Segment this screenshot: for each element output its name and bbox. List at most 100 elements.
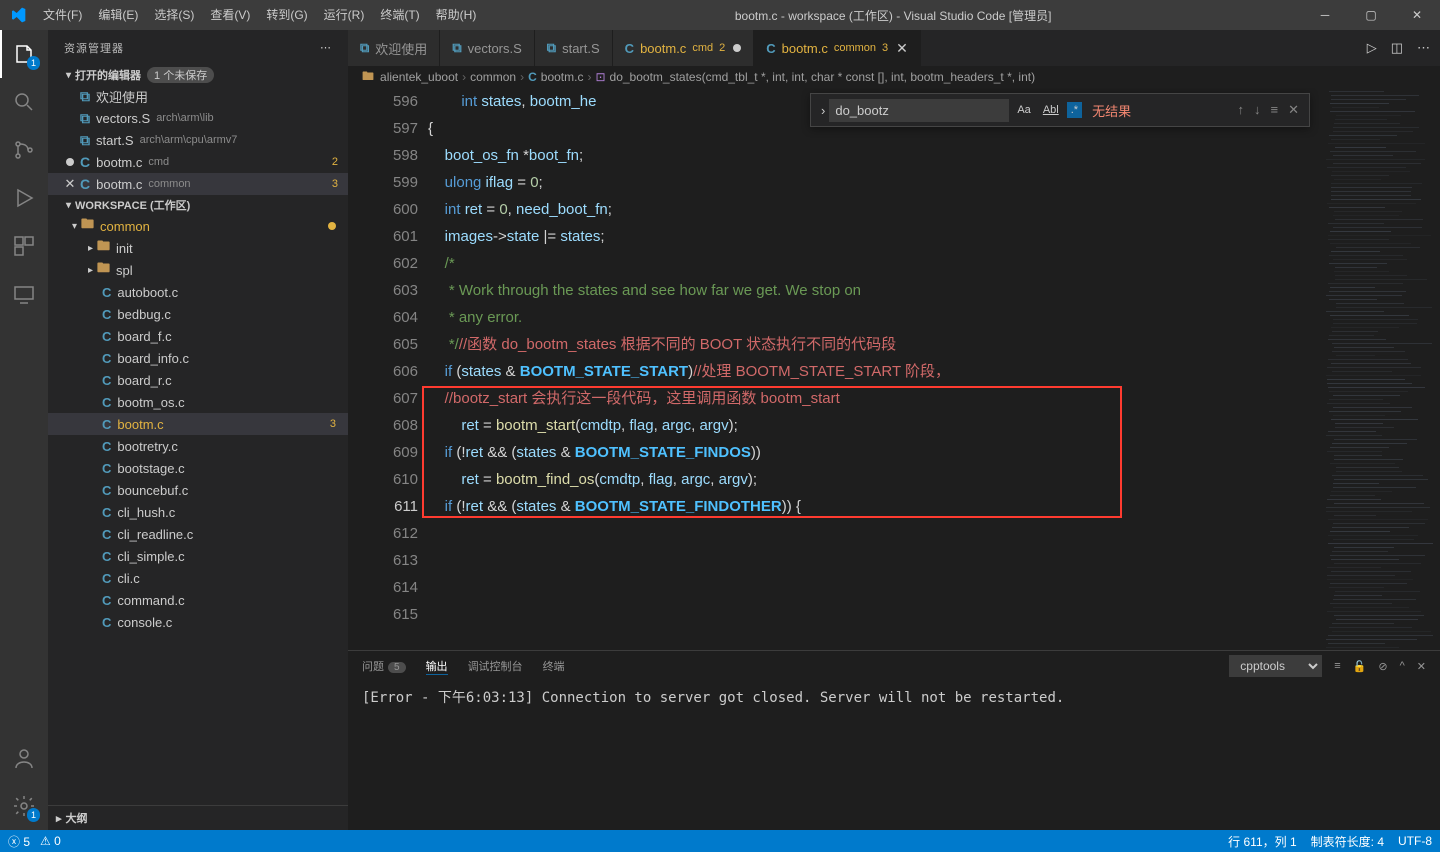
find-regex-icon[interactable]: .*	[1067, 102, 1082, 118]
account-icon[interactable]	[0, 734, 48, 782]
menu-item[interactable]: 编辑(E)	[90, 0, 146, 30]
menu-item[interactable]: 文件(F)	[35, 0, 90, 30]
tree-item[interactable]: Cboard_f.c	[48, 325, 348, 347]
panel: 问题5 输出 调试控制台 终端 cpptools ≡ 🔓 ⊘ ^ ✕ [Erro…	[348, 650, 1440, 830]
workspace-section[interactable]: ▾ WORKSPACE (工作区)	[48, 195, 348, 215]
outline-section[interactable]: ▸ 大纲	[48, 805, 348, 830]
status-bar: ⓧ 5 ⚠ 0 行 611，列 1 制表符长度: 4 UTF-8	[0, 830, 1440, 852]
vscode-logo	[0, 7, 35, 23]
code-area[interactable]: int states, bootm_he{ boot_os_fn *boot_f…	[418, 88, 1320, 650]
breadcrumb[interactable]: 🖿alientek_uboot ›common ›C bootm.c ›⊡ do…	[348, 66, 1440, 88]
open-editor-item[interactable]: ⧉欢迎使用	[48, 85, 348, 107]
editor-group: ⧉欢迎使用⧉vectors.S⧉start.SCbootm.ccmd2Cboot…	[348, 30, 1440, 830]
clear-icon[interactable]: ⊘	[1378, 660, 1387, 673]
explorer-badge: 1	[27, 56, 40, 70]
tree-item[interactable]: Ccli_hush.c	[48, 501, 348, 523]
sidebar: 资源管理器 ⋯ ▾ 打开的编辑器 1 个未保存 ⧉欢迎使用⧉vectors.Sa…	[48, 30, 348, 830]
menu-item[interactable]: 转到(G)	[258, 0, 315, 30]
tab-terminal[interactable]: 终端	[543, 658, 565, 674]
tree-item[interactable]: ▾🖿common	[48, 215, 348, 237]
tab-output[interactable]: 输出	[426, 658, 448, 675]
status-encoding[interactable]: UTF-8	[1398, 834, 1432, 848]
tab-debug-console[interactable]: 调试控制台	[468, 658, 523, 674]
settings-badge: 1	[27, 808, 40, 822]
open-editor-item[interactable]: ⧉vectors.Sarch\arm\lib	[48, 107, 348, 129]
find-prev-icon[interactable]: ↑	[1238, 102, 1245, 118]
sidebar-more-icon[interactable]: ⋯	[320, 41, 332, 54]
tree-item[interactable]: Cboard_info.c	[48, 347, 348, 369]
sidebar-header: 资源管理器	[64, 40, 124, 56]
find-next-icon[interactable]: ↓	[1254, 102, 1261, 118]
tree-item[interactable]: Cboard_r.c	[48, 369, 348, 391]
lock-icon[interactable]: 🔓	[1353, 660, 1367, 673]
status-errors[interactable]: ⓧ 5	[8, 833, 30, 850]
run-icon[interactable]: ▷	[1367, 40, 1377, 56]
status-indent[interactable]: 制表符长度: 4	[1311, 833, 1384, 850]
find-selection-icon[interactable]: ≡	[1271, 102, 1279, 118]
status-position[interactable]: 行 611，列 1	[1228, 833, 1296, 850]
tree-item[interactable]: Cbootm.c3	[48, 413, 348, 435]
find-input[interactable]	[829, 99, 1009, 122]
tree-item[interactable]: Cconsole.c	[48, 611, 348, 633]
menu-item[interactable]: 帮助(H)	[428, 0, 485, 30]
status-warnings[interactable]: ⚠ 0	[40, 834, 61, 848]
find-noresult: 无结果	[1092, 101, 1131, 120]
chevron-down-icon: ▾	[66, 70, 71, 81]
settings-icon[interactable]: 1	[0, 782, 48, 830]
find-widget: › Aa Abl .* 无结果 ↑ ↓ ≡ ✕	[810, 93, 1310, 127]
editor-tab[interactable]: ⧉vectors.S	[440, 30, 534, 66]
filter-icon[interactable]: ≡	[1334, 660, 1340, 672]
editor-tab[interactable]: Cbootm.ccommon3✕	[754, 30, 921, 66]
unsaved-chip: 1 个未保存	[147, 67, 214, 83]
line-gutter[interactable]: 5965975985996006016026036046056066076086…	[348, 88, 418, 650]
editor-tab[interactable]: ⧉start.S	[535, 30, 613, 66]
tabs: ⧉欢迎使用⧉vectors.S⧉start.SCbootm.ccmd2Cboot…	[348, 30, 1440, 66]
source-control-icon[interactable]	[0, 126, 48, 174]
search-icon[interactable]	[0, 78, 48, 126]
find-close-icon[interactable]: ✕	[1288, 102, 1299, 118]
editor-tab[interactable]: Cbootm.ccmd2	[613, 30, 755, 66]
output-channel-select[interactable]: cpptools	[1229, 655, 1322, 677]
split-icon[interactable]: ◫	[1391, 40, 1403, 56]
tree-item[interactable]: Cbedbug.c	[48, 303, 348, 325]
tree-item[interactable]: Cbootstage.c	[48, 457, 348, 479]
tree-item[interactable]: Ccli_readline.c	[48, 523, 348, 545]
tree-item[interactable]: Cautoboot.c	[48, 281, 348, 303]
explorer-icon[interactable]: 1	[0, 30, 48, 78]
tree-item[interactable]: Cbootretry.c	[48, 435, 348, 457]
activity-bar: 1 1	[0, 30, 48, 830]
maximize-panel-icon[interactable]: ^	[1400, 660, 1405, 672]
minimap[interactable]	[1320, 88, 1440, 650]
find-word-icon[interactable]: Abl	[1039, 102, 1063, 118]
find-case-icon[interactable]: Aa	[1013, 102, 1034, 118]
tree-item[interactable]: Ccli.c	[48, 567, 348, 589]
editor-tab[interactable]: ⧉欢迎使用	[348, 30, 440, 66]
menu-item[interactable]: 选择(S)	[146, 0, 202, 30]
chevron-right-icon[interactable]: ›	[817, 103, 829, 118]
tree-item[interactable]: Ccommand.c	[48, 589, 348, 611]
open-editor-item[interactable]: ✕Cbootm.ccommon3	[48, 173, 348, 195]
output-content[interactable]: [Error - 下午6:03:13] Connection to server…	[348, 681, 1440, 830]
tree-item[interactable]: Ccli_simple.c	[48, 545, 348, 567]
menu-item[interactable]: 查看(V)	[202, 0, 258, 30]
close-button[interactable]: ✕	[1394, 0, 1440, 30]
tree-item[interactable]: Cbootm_os.c	[48, 391, 348, 413]
close-panel-icon[interactable]: ✕	[1417, 660, 1426, 673]
run-debug-icon[interactable]	[0, 174, 48, 222]
remote-icon[interactable]	[0, 270, 48, 318]
open-editor-item[interactable]: ⧉start.Sarch\arm\cpu\armv7	[48, 129, 348, 151]
more-icon[interactable]: ⋯	[1417, 40, 1430, 56]
tree-item[interactable]: ▸🖿init	[48, 237, 348, 259]
menu-item[interactable]: 运行(R)	[316, 0, 373, 30]
open-editors-section[interactable]: ▾ 打开的编辑器 1 个未保存	[48, 65, 348, 85]
tab-problems[interactable]: 问题5	[362, 658, 406, 674]
menu-item[interactable]: 终端(T)	[372, 0, 427, 30]
open-editor-item[interactable]: Cbootm.ccmd2	[48, 151, 348, 173]
tree-item[interactable]: ▸🖿spl	[48, 259, 348, 281]
maximize-button[interactable]: ▢	[1348, 0, 1394, 30]
minimize-button[interactable]: ─	[1302, 0, 1348, 30]
menu-bar: 文件(F)编辑(E)选择(S)查看(V)转到(G)运行(R)终端(T)帮助(H)	[35, 0, 484, 30]
extensions-icon[interactable]	[0, 222, 48, 270]
tree-item[interactable]: Cbouncebuf.c	[48, 479, 348, 501]
window-title: bootm.c - workspace (工作区) - Visual Studi…	[484, 7, 1302, 24]
